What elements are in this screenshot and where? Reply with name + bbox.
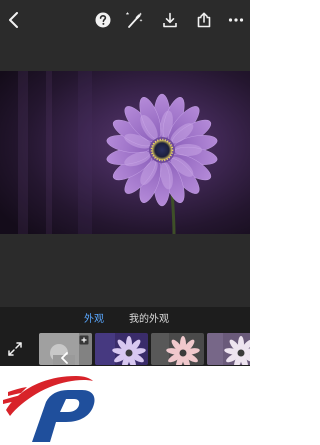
download-button[interactable] bbox=[159, 9, 181, 31]
look-thumbnail-vivid[interactable] bbox=[95, 333, 148, 365]
looks-thumbnail-strip[interactable] bbox=[0, 332, 250, 366]
share-button[interactable] bbox=[193, 9, 215, 31]
magic-wand-icon bbox=[126, 11, 143, 28]
flower-photo bbox=[0, 71, 250, 234]
thumbnail-image bbox=[207, 333, 250, 365]
question-circle-icon bbox=[95, 12, 111, 28]
help-button[interactable] bbox=[92, 9, 114, 31]
look-thumbnail-cool[interactable] bbox=[207, 333, 250, 365]
photo-canvas[interactable] bbox=[0, 71, 250, 234]
chevron-left-icon bbox=[61, 352, 68, 364]
looks-tabs: 外观 我的外观 bbox=[0, 307, 250, 332]
tab-looks[interactable]: 外观 bbox=[84, 314, 104, 326]
look-thumbnail-warm[interactable] bbox=[151, 333, 204, 365]
thumbnail-image bbox=[95, 333, 148, 365]
brand-logo bbox=[3, 376, 95, 442]
expand-button[interactable] bbox=[4, 338, 26, 360]
canvas-empty-area bbox=[0, 234, 250, 307]
brand-logo-area bbox=[0, 366, 250, 445]
chevron-left-icon bbox=[9, 12, 18, 28]
thumbnail-image bbox=[151, 333, 204, 365]
share-icon bbox=[197, 12, 211, 28]
add-badge-icon bbox=[79, 335, 89, 345]
look-thumbnail-original[interactable] bbox=[39, 333, 92, 365]
expand-arrows-icon bbox=[8, 342, 22, 356]
download-icon bbox=[163, 12, 177, 28]
photo-editor-app: 外观 我的外观 bbox=[0, 0, 250, 366]
back-button[interactable] bbox=[3, 9, 25, 31]
top-toolbar bbox=[0, 0, 250, 40]
more-horizontal-icon bbox=[228, 18, 244, 22]
tab-my-looks[interactable]: 我的外观 bbox=[129, 314, 169, 326]
more-options-button[interactable] bbox=[225, 9, 247, 31]
auto-enhance-button[interactable] bbox=[124, 9, 146, 31]
